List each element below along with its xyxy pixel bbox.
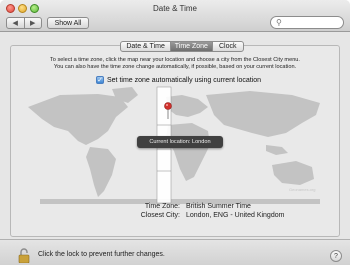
instructions-line-2: You can also have the time zone change a… xyxy=(53,64,297,70)
auto-time-zone-checkbox[interactable]: ✓ xyxy=(96,76,104,84)
tab-clock[interactable]: Clock xyxy=(213,42,243,51)
forward-icon[interactable]: ▶ xyxy=(23,18,42,28)
date-time-window: Date & Time ◀ ▶ Show All ⚲ Date & Time T… xyxy=(0,0,350,265)
map-north-america xyxy=(28,94,128,145)
map-watermark: Geonames.org xyxy=(289,187,316,192)
auto-time-zone-label: Set time zone automatically using curren… xyxy=(107,76,262,84)
time-zone-label: Time Zone: xyxy=(144,203,180,210)
current-location-tooltip: Current location: London xyxy=(137,136,223,148)
map-europe xyxy=(166,95,208,117)
map-australia xyxy=(272,161,314,185)
back-icon[interactable]: ◀ xyxy=(7,18,24,28)
show-all-button[interactable]: Show All xyxy=(47,17,89,29)
back-forward-buttons: ◀ ▶ xyxy=(6,17,42,29)
titlebar: Date & Time ◀ ▶ Show All ⚲ xyxy=(0,0,350,32)
time-zone-row: Time Zone: British Summer Time xyxy=(0,203,350,212)
help-button[interactable]: ? xyxy=(330,250,342,262)
map-indonesia xyxy=(266,145,288,155)
tab-bar: Date & Time Time Zone Clock xyxy=(120,41,244,52)
map-south-america xyxy=(86,147,116,197)
lock-icon[interactable] xyxy=(18,248,30,263)
tab-date-time[interactable]: Date & Time xyxy=(121,42,170,51)
closest-city-row: Closest City: London, ENG - United Kingd… xyxy=(0,212,350,221)
bottom-bar: Click the lock to prevent further change… xyxy=(0,239,350,265)
instructions-text: To select a time zone, click the map nea… xyxy=(16,57,334,71)
lock-instructions: Click the lock to prevent further change… xyxy=(38,251,165,258)
tab-time-zone[interactable]: Time Zone xyxy=(170,42,213,51)
instructions-line-1: To select a time zone, click the map nea… xyxy=(50,57,300,63)
map-africa xyxy=(166,123,210,181)
search-field[interactable]: ⚲ xyxy=(270,16,344,29)
search-icon: ⚲ xyxy=(276,18,282,27)
time-zone-value: British Summer Time xyxy=(186,203,251,210)
closest-city-label: Closest City: xyxy=(140,212,180,219)
closest-city-value[interactable]: London, ENG - United Kingdom xyxy=(186,212,284,219)
map-asia xyxy=(206,91,320,137)
auto-time-zone-option[interactable]: ✓ Set time zone automatically using curr… xyxy=(96,75,261,85)
window-title: Date & Time xyxy=(152,4,197,13)
